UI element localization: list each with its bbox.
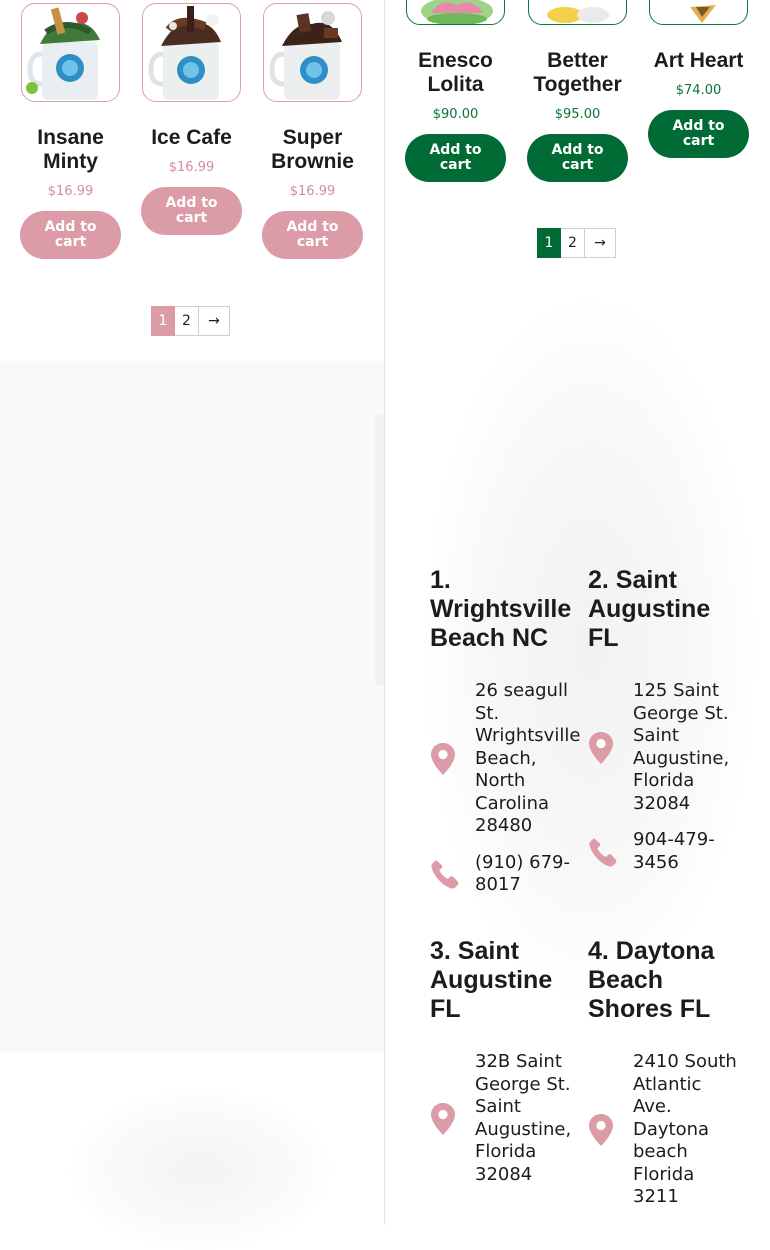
- add-to-cart-button[interactable]: Add to cart: [527, 134, 628, 182]
- page-current: 1: [151, 306, 175, 336]
- product-card: Ice Cafe $16.99 Add to cart: [141, 3, 242, 235]
- product-card: Super Brownie $16.99 Add to cart: [262, 3, 363, 259]
- left-shop-column: Insane Minty $16.99 Add to cart Ice Cafe…: [0, 0, 384, 1225]
- location-title: 1. Wrightsville Beach NC: [430, 566, 572, 652]
- figurine-image: [690, 5, 716, 23]
- right-shop-column: Enesco Lolita $90.00 Add to cart Better …: [385, 0, 770, 1225]
- figurine-image: [547, 7, 609, 23]
- location-card: 3. Saint Augustine FL 32B Saint George S…: [430, 937, 580, 1186]
- product-card: Insane Minty $16.99 Add to cart: [20, 3, 121, 259]
- product-price: $16.99: [47, 184, 94, 199]
- location-address: 26 seagull St. Wrightsville Beach, North…: [475, 680, 581, 836]
- page-current: 1: [537, 228, 561, 258]
- product-title[interactable]: Better Together: [527, 49, 628, 97]
- map-pin-icon: [430, 742, 475, 775]
- product-card: Enesco Lolita $90.00 Add to cart: [405, 0, 506, 182]
- product-image[interactable]: [142, 3, 241, 102]
- product-image[interactable]: [21, 3, 120, 102]
- product-image[interactable]: [649, 0, 748, 25]
- add-to-cart-button[interactable]: Add to cart: [141, 187, 242, 235]
- product-image[interactable]: [528, 0, 627, 25]
- location-address: 125 Saint George St. Saint Augustine, Fl…: [633, 680, 730, 814]
- add-to-cart-button[interactable]: Add to cart: [648, 110, 749, 158]
- phone-icon: [588, 836, 633, 868]
- location-address: 32B Saint George St. Saint Augustine, Fl…: [475, 1051, 572, 1185]
- product-card: Art Heart $74.00 Add to cart: [648, 0, 749, 158]
- location-title: 4. Daytona Beach Shores FL: [588, 937, 715, 1023]
- product-price: $16.99: [289, 184, 336, 199]
- address-row: 125 Saint George St. Saint Augustine, Fl…: [588, 680, 738, 815]
- product-title[interactable]: Super Brownie: [262, 126, 363, 174]
- product-title[interactable]: Enesco Lolita: [405, 49, 506, 97]
- address-row: 26 seagull St. Wrightsville Beach, North…: [430, 680, 580, 838]
- location-phone[interactable]: 904-479-3456: [633, 829, 738, 874]
- product-card: Better Together $95.00 Add to cart: [527, 0, 628, 182]
- page-link[interactable]: 2: [175, 306, 199, 336]
- map-pin-icon: [588, 1113, 633, 1146]
- add-to-cart-button[interactable]: Add to cart: [262, 211, 363, 259]
- location-title: 3. Saint Augustine FL: [430, 937, 553, 1023]
- add-to-cart-button[interactable]: Add to cart: [20, 211, 121, 259]
- product-title[interactable]: Art Heart: [648, 49, 749, 73]
- phone-row: (910) 679-8017: [430, 852, 580, 897]
- location-card: 4. Daytona Beach Shores FL 2410 South At…: [588, 937, 738, 1209]
- map-pin-icon: [588, 731, 633, 764]
- location-address: 2410 South Atlantic Ave. Daytona beach F…: [633, 1051, 737, 1207]
- location-title: 2. Saint Augustine FL: [588, 566, 711, 652]
- pagination: 1 2 →: [537, 228, 616, 258]
- product-title[interactable]: Ice Cafe: [141, 126, 242, 150]
- product-price: $74.00: [675, 83, 722, 98]
- milkshake-image: [269, 11, 342, 100]
- map-pin-icon: [430, 1102, 475, 1135]
- product-price: $16.99: [168, 160, 215, 175]
- add-to-cart-button[interactable]: Add to cart: [405, 134, 506, 182]
- location-phone[interactable]: (910) 679-8017: [475, 852, 580, 897]
- milkshake-image: [148, 6, 221, 100]
- address-row: 32B Saint George St. Saint Augustine, Fl…: [430, 1051, 580, 1186]
- next-page-arrow[interactable]: →: [199, 306, 230, 336]
- product-price: $90.00: [432, 107, 479, 122]
- product-image[interactable]: [406, 0, 505, 25]
- location-card: 1. Wrightsville Beach NC 26 seagull St. …: [430, 566, 580, 897]
- next-page-arrow[interactable]: →: [585, 228, 616, 258]
- pagination: 1 2 →: [151, 306, 230, 336]
- product-title[interactable]: Insane Minty: [20, 126, 121, 174]
- page-link[interactable]: 2: [561, 228, 585, 258]
- location-card: 2. Saint Augustine FL 125 Saint George S…: [588, 566, 738, 874]
- figurine-image: [421, 0, 493, 24]
- product-price: $95.00: [554, 107, 601, 122]
- phone-icon: [430, 858, 475, 890]
- product-image[interactable]: [263, 3, 362, 102]
- milkshake-image: [26, 7, 100, 100]
- address-row: 2410 South Atlantic Ave. Daytona beach F…: [588, 1051, 738, 1209]
- phone-row: 904-479-3456: [588, 829, 738, 874]
